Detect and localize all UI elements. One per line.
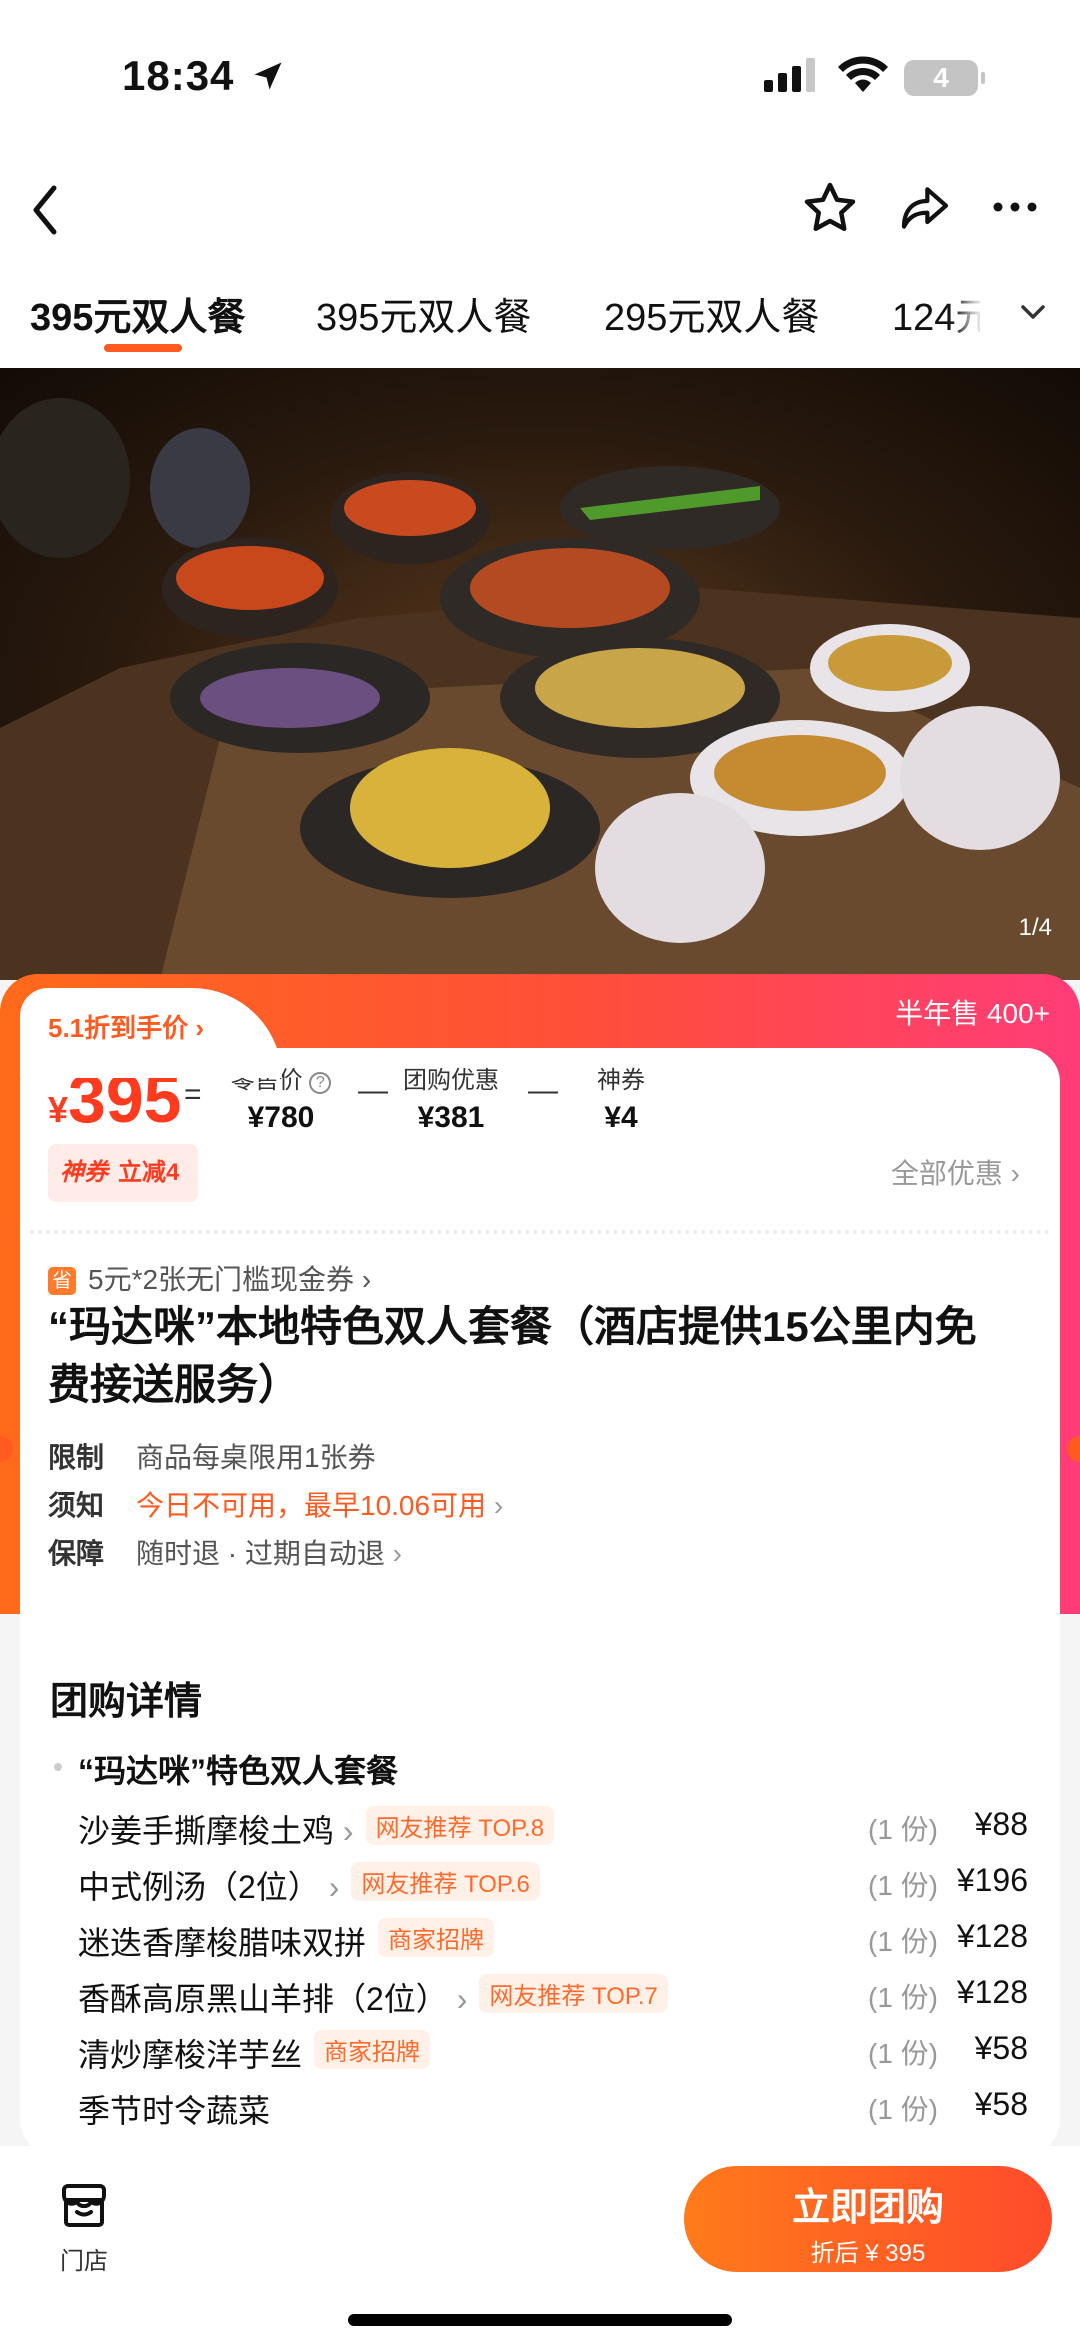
shenquan-brand: 神券: [60, 1159, 108, 1186]
status-bar: 18:34 4: [0, 0, 1080, 150]
help-circle-icon[interactable]: ?: [309, 1072, 332, 1094]
group-buy-details: 团购详情 “玛达咪”特色双人套餐 沙姜手撕摩梭土鸡 › 网友推荐 TOP.8 (1 …: [20, 1634, 1060, 2154]
info-guarantee-value: 随时退 · 过期自动退: [136, 1538, 385, 1569]
info-notice-row[interactable]: 须知 今日不可用，最早10.06可用 ›: [48, 1484, 503, 1524]
menu-item: 迷迭香摩梭腊味双拼 商家招牌 (1 份) ¥128: [78, 1918, 1058, 1974]
half-year-sales: 半年售 400+: [895, 998, 1050, 1029]
home-indicator[interactable]: [348, 2314, 732, 2326]
menu-item: 清炒摩梭洋芋丝 商家招牌 (1 份) ¥58: [78, 2030, 1058, 2086]
menu-item-tag: 网友推荐 TOP.8: [365, 1806, 555, 1845]
info-limit-key: 限制: [48, 1442, 105, 1473]
menu-item-qty: (1 份): [868, 2094, 939, 2125]
package-tabs: 395元双人餐 395元双人餐 295元双人餐 124元: [0, 270, 1080, 368]
store-icon: [62, 2184, 106, 2227]
menu-item-tag: 商家招牌: [314, 2030, 431, 2069]
menu-item-name: 中式例汤（2位）: [78, 1869, 320, 1905]
location-arrow-icon: [254, 62, 282, 90]
cash-coupon-text: 5元*2张无门槛现金券: [88, 1264, 355, 1295]
menu-item-tag: 网友推荐 TOP.6: [351, 1862, 540, 1901]
buy-now-label: 立即团购: [791, 2187, 944, 2229]
top-nav: [0, 150, 1080, 270]
menu-item-tag: 网友推荐 TOP.7: [479, 1974, 668, 2013]
tab-package-1[interactable]: 395元双人餐: [30, 286, 245, 341]
retail-value: ¥780: [247, 1101, 315, 1134]
food-spread-illustration: [0, 398, 1080, 980]
menu-item-name: 沙姜手撕摩梭土鸡: [78, 1813, 335, 1849]
menu-item-qty: (1 份): [868, 2038, 939, 2069]
menu-item-tag: 商家招牌: [378, 1918, 495, 1957]
menu-item-price: ¥196: [956, 1862, 1028, 1898]
menu-item-name: 迷迭香摩梭腊味双拼: [78, 1925, 367, 1961]
store-label: 门店: [60, 2248, 108, 2275]
buy-now-subtext: 折后 ¥ 395: [810, 2240, 926, 2267]
currency-symbol: ¥: [48, 1089, 69, 1130]
menu-item-qty: (1 份): [868, 1982, 939, 2013]
menu-item-price: ¥58: [974, 2030, 1028, 2066]
chevron-down-icon[interactable]: [1018, 300, 1048, 324]
menu-item-price: ¥128: [956, 1918, 1028, 1954]
all-discounts-link[interactable]: 全部优惠 ›: [891, 1152, 1020, 1192]
buy-now-button[interactable]: 立即团购 折后 ¥ 395: [684, 2166, 1052, 2272]
price-card: 半年售 400+ ¥395 = 零售价 ? ¥780 — 团购优惠 ¥381 —…: [0, 974, 1080, 1688]
info-limit-value: 商品每桌限用1张券: [136, 1442, 376, 1473]
price-card-body: ¥395 = 零售价 ? ¥780 — 团购优惠 ¥381 — 神券 ¥4 神券…: [20, 1048, 1060, 1688]
back-arrow-icon[interactable]: [28, 180, 64, 240]
tab-package-4[interactable]: 124元: [892, 286, 993, 341]
all-discounts-label: 全部优惠: [890, 1158, 1003, 1189]
star-favorite-icon[interactable]: [800, 178, 860, 238]
active-tab-indicator: [104, 344, 182, 352]
dish-photo[interactable]: 1/4: [0, 368, 1080, 980]
signal-icon: [764, 58, 815, 92]
menu-item[interactable]: 中式例汤（2位） › 网友推荐 TOP.6 (1 份) ¥196: [78, 1862, 1058, 1918]
coupon-badge-icon: 省: [48, 1267, 76, 1295]
menu-item-price: ¥58: [974, 2086, 1028, 2122]
share-icon[interactable]: [896, 180, 954, 236]
group-value: ¥381: [417, 1101, 485, 1134]
coupon-label: 神券: [597, 1067, 645, 1094]
info-guarantee-key: 保障: [48, 1538, 105, 1569]
menu-item-name: 香酥高原黑山羊排（2位）: [78, 1981, 448, 2017]
battery-indicator: 4: [904, 60, 985, 96]
menu-item: 季节时令蔬菜 (1 份) ¥58: [78, 2086, 1058, 2142]
menu-item-qty: (1 份): [868, 1814, 939, 1845]
discount-label[interactable]: 5.1折到手价 ›: [48, 1008, 204, 1045]
cash-coupon-link[interactable]: 省 5元*2张无门槛现金券 ›: [48, 1258, 371, 1298]
tab-package-2[interactable]: 395元双人餐: [316, 286, 531, 341]
package-name: “玛达咪”特色双人套餐: [53, 1746, 398, 1792]
info-notice-key: 须知: [48, 1490, 105, 1521]
image-counter: 1/4: [1018, 914, 1052, 941]
deal-title: “玛达咪”本地特色双人套餐（酒店提供15公里内免费接送服务）: [48, 1303, 977, 1408]
info-notice-value: 今日不可用，最早10.06可用: [136, 1490, 487, 1521]
menu-item-price: ¥88: [974, 1806, 1028, 1842]
menu-item-name: 季节时令蔬菜: [78, 2093, 271, 2129]
info-limit-row: 限制 商品每桌限用1张券: [48, 1436, 376, 1476]
menu-item-qty: (1 份): [868, 1926, 939, 1957]
coupon-col: 神券 ¥4: [526, 1060, 716, 1135]
wifi-icon: [838, 56, 888, 92]
card-notch-right: [1067, 1436, 1080, 1462]
store-button[interactable]: 门店: [54, 2182, 114, 2276]
group-discount-col: 团购优惠 ¥381: [356, 1060, 546, 1135]
menu-item[interactable]: 沙姜手撕摩梭土鸡 › 网友推荐 TOP.8 (1 份) ¥88: [78, 1806, 1058, 1862]
info-guarantee-row[interactable]: 保障 随时退 · 过期自动退 ›: [48, 1532, 402, 1572]
coupon-value: ¥4: [604, 1101, 638, 1134]
menu-item-qty: (1 份): [868, 1870, 939, 1901]
details-heading: 团购详情: [50, 1681, 203, 1723]
group-label: 团购优惠: [403, 1067, 499, 1094]
discount-label-text: 5.1折到手价: [48, 1013, 189, 1043]
more-dots-icon[interactable]: [992, 200, 1038, 214]
menu-item-price: ¥128: [956, 1974, 1028, 2010]
shenquan-badge[interactable]: 神券 立减4: [48, 1144, 198, 1202]
menu-item[interactable]: 香酥高原黑山羊排（2位） › 网友推荐 TOP.7 (1 份) ¥128: [78, 1974, 1058, 2030]
dotted-divider: [30, 1230, 1050, 1234]
tab-package-3[interactable]: 295元双人餐: [604, 286, 819, 341]
menu-item-name: 清炒摩梭洋芋丝: [78, 2037, 303, 2073]
shenquan-text: 立减4: [118, 1159, 180, 1186]
card-notch-left: [0, 1436, 13, 1462]
bottom-action-bar: 门店 立即团购 折后 ¥ 395: [0, 2146, 1080, 2347]
status-time: 18:34: [122, 52, 235, 99]
